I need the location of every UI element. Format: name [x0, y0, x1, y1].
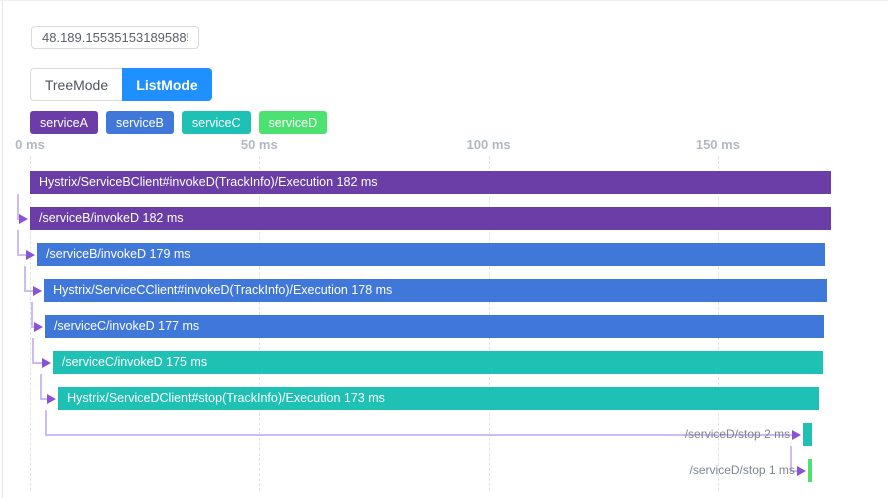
- connector-line: [24, 266, 26, 292]
- legend-badge-serviceD: serviceD: [259, 111, 328, 134]
- span-bar[interactable]: /serviceB/invokeD 179 ms: [37, 243, 825, 266]
- arrow-icon: [797, 466, 806, 476]
- arrow-icon: [26, 250, 35, 260]
- arrow-icon: [19, 214, 28, 224]
- span-bar[interactable]: /serviceB/invokeD 182 ms: [30, 207, 831, 230]
- tab-listmode[interactable]: ListMode: [122, 68, 212, 101]
- service-legend: serviceA serviceB serviceC serviceD: [30, 111, 327, 134]
- axis-tick-label: 0 ms: [15, 137, 45, 152]
- arrow-icon: [33, 286, 42, 296]
- axis-tick-label: 150 ms: [696, 137, 740, 152]
- span-bar[interactable]: /serviceC/invokeD 177 ms: [45, 315, 824, 338]
- mode-tabs: TreeMode ListMode: [30, 68, 212, 101]
- axis-tick-label: 50 ms: [241, 137, 278, 152]
- tab-treemode[interactable]: TreeMode: [30, 68, 122, 101]
- span-bar[interactable]: Hystrix/ServiceCClient#invokeD(TrackInfo…: [44, 279, 827, 302]
- span-bar[interactable]: Hystrix/ServiceBClient#invokeD(TrackInfo…: [30, 171, 831, 194]
- axis-tick-label: 100 ms: [467, 137, 511, 152]
- connector-line: [32, 362, 42, 364]
- connector-line: [32, 338, 34, 364]
- connector-line: [17, 254, 26, 256]
- span-label: /serviceD/stop 1 ms: [0, 459, 795, 482]
- arrow-icon: [792, 430, 801, 440]
- connector-line: [24, 290, 33, 292]
- legend-badge-serviceC: serviceC: [182, 111, 251, 134]
- span-bar[interactable]: Hystrix/ServiceDClient#stop(TrackInfo)/E…: [58, 387, 819, 410]
- connector-line: [17, 230, 19, 256]
- trace-view: TreeMode ListMode serviceAserviceBservic…: [0, 0, 888, 498]
- connector-line: [40, 374, 42, 400]
- arrow-icon: [47, 394, 56, 404]
- trace-id-input[interactable]: [31, 26, 199, 49]
- connector-line: [40, 398, 47, 400]
- connector-line: [31, 302, 33, 328]
- arrow-icon: [42, 358, 51, 368]
- arrow-icon: [34, 322, 43, 332]
- legend-badge-serviceB: serviceB: [106, 111, 174, 134]
- span-bar[interactable]: /serviceC/invokeD 175 ms: [53, 351, 823, 374]
- span-bar[interactable]: [803, 423, 812, 446]
- span-label: /serviceD/stop 2 ms: [0, 423, 790, 446]
- legend-badge-serviceA: serviceA: [30, 111, 98, 134]
- span-bar[interactable]: [808, 459, 812, 482]
